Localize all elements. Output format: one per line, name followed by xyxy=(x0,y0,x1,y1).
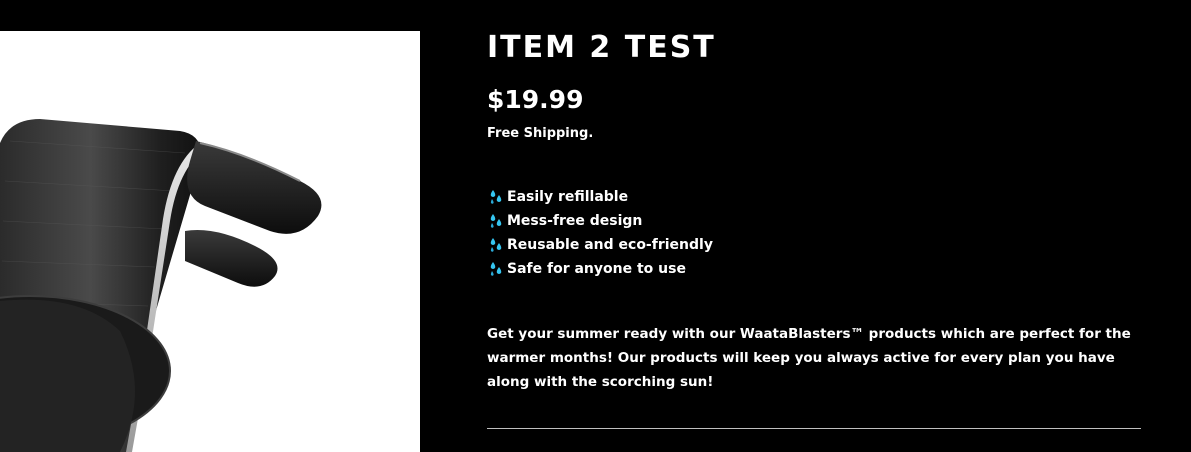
feature-label: Reusable and eco-friendly xyxy=(507,237,713,253)
shipping-note: Free Shipping. xyxy=(487,126,594,141)
feature-list: Easily refillable Mess-free design Reusa… xyxy=(487,185,713,281)
water-droplets-icon xyxy=(490,262,502,276)
list-item: Safe for anyone to use xyxy=(487,257,713,281)
list-item: Easily refillable xyxy=(487,185,713,209)
feature-label: Easily refillable xyxy=(507,189,629,205)
divider xyxy=(487,428,1141,429)
product-description: Get your summer ready with our WaataBlas… xyxy=(487,326,1131,390)
car-vent-phone-holder-image xyxy=(0,119,322,452)
list-item: Reusable and eco-friendly xyxy=(487,233,713,257)
product-title: ITEM 2 TEST xyxy=(487,30,716,65)
list-item: Mess-free design xyxy=(487,209,713,233)
product-price: $19.99 xyxy=(487,85,584,114)
product-image[interactable] xyxy=(0,31,420,452)
water-droplets-icon xyxy=(490,214,502,228)
feature-label: Safe for anyone to use xyxy=(507,261,686,277)
water-droplets-icon xyxy=(490,190,502,204)
feature-label: Mess-free design xyxy=(507,213,643,229)
water-droplets-icon xyxy=(490,238,502,252)
